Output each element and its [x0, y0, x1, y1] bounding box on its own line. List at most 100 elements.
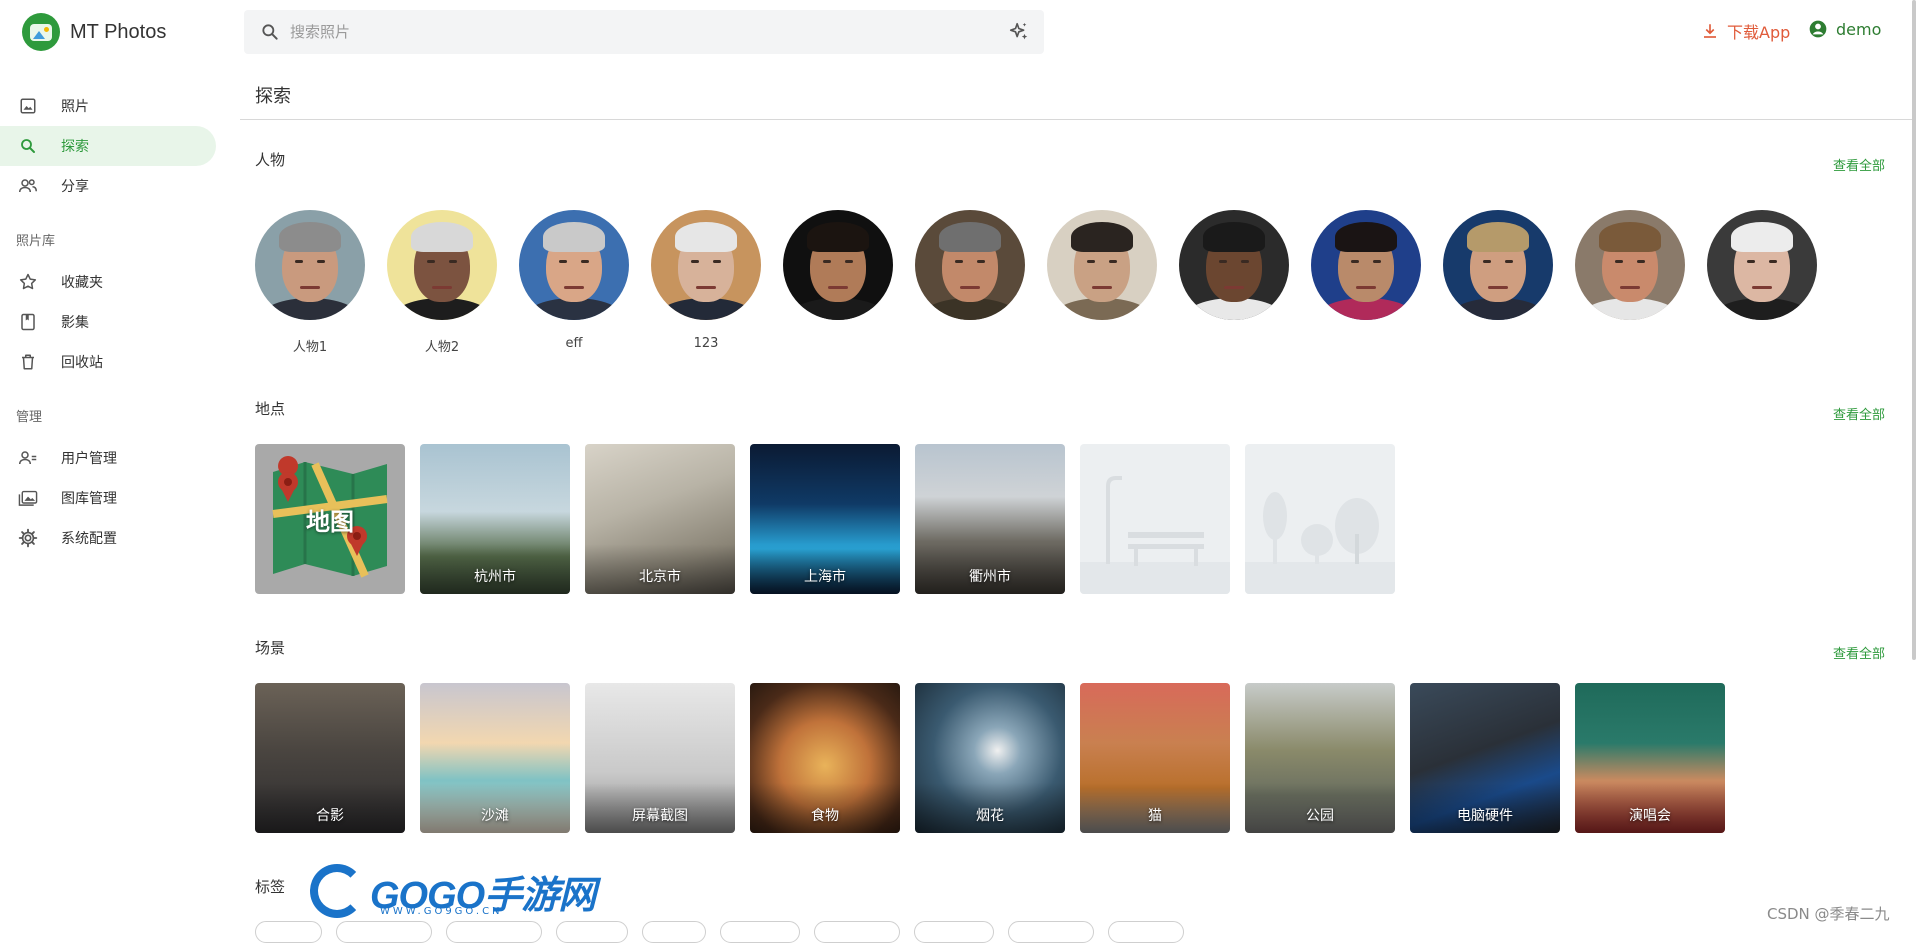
scene-name: 食物	[811, 808, 839, 824]
place-placeholder-tile[interactable]	[1245, 444, 1395, 594]
person-avatar	[387, 210, 497, 320]
star-icon	[18, 272, 38, 292]
place-tile[interactable]: 上海市	[750, 444, 900, 594]
person-card[interactable]	[1707, 210, 1817, 352]
sidebar-item-explore[interactable]: 探索	[0, 126, 216, 166]
download-icon	[1701, 22, 1719, 40]
user-manage-icon	[18, 448, 38, 468]
search-icon	[260, 22, 280, 42]
person-avatar	[519, 210, 629, 320]
tag-chip[interactable]	[814, 921, 900, 943]
places-see-all-link[interactable]: 查看全部	[1833, 404, 1885, 423]
sidebar-item-label: 分享	[61, 179, 89, 195]
tag-chip[interactable]	[914, 921, 994, 943]
search-input[interactable]	[290, 23, 970, 41]
sidebar-item-trash[interactable]: 回收站	[0, 342, 216, 382]
gear-icon	[18, 528, 38, 548]
scene-tile[interactable]: 猫	[1080, 683, 1230, 833]
people-see-all-link[interactable]: 查看全部	[1833, 155, 1885, 174]
person-card[interactable]	[1047, 210, 1157, 352]
scene-tile[interactable]: 屏幕截图	[585, 683, 735, 833]
tag-chip[interactable]	[556, 921, 628, 943]
sidebar-item-label: 用户管理	[61, 451, 117, 467]
person-card[interactable]	[1443, 210, 1553, 352]
scene-tile[interactable]: 合影	[255, 683, 405, 833]
person-avatar	[1311, 210, 1421, 320]
sidebar-item-label: 探索	[61, 139, 89, 155]
places-section-title: 地点	[255, 400, 286, 418]
place-placeholder-tile[interactable]	[1080, 444, 1230, 594]
download-app-link[interactable]: 下载App	[1701, 19, 1790, 43]
scene-name: 合影	[316, 808, 344, 824]
place-tile[interactable]: 北京市	[585, 444, 735, 594]
sidebar-item-label: 照片	[61, 99, 89, 115]
scene-name: 沙滩	[481, 808, 509, 824]
sidebar-item-user-management[interactable]: 用户管理	[0, 438, 216, 478]
person-card[interactable]: eff	[519, 210, 629, 352]
person-card[interactable]	[915, 210, 1025, 352]
place-name: 上海市	[804, 569, 846, 585]
tag-chip[interactable]	[1108, 921, 1184, 943]
scene-name: 演唱会	[1629, 808, 1671, 824]
person-card[interactable]	[783, 210, 893, 352]
person-card[interactable]	[1179, 210, 1289, 352]
ai-sparkle-icon[interactable]	[1008, 21, 1030, 43]
person-avatar	[1047, 210, 1157, 320]
map-label: 地图	[306, 508, 354, 536]
sidebar-item-label: 影集	[61, 315, 89, 331]
scene-tile[interactable]: 公园	[1245, 683, 1395, 833]
scenes-see-all-link[interactable]: 查看全部	[1833, 643, 1885, 662]
app-logo[interactable]: MT Photos	[22, 13, 166, 51]
watermark-url: WWW.GO9GO.CN	[380, 906, 503, 917]
person-avatar	[255, 210, 365, 320]
tags-section-title: 标签	[255, 878, 286, 896]
person-avatar	[1179, 210, 1289, 320]
sidebar-item-label: 系统配置	[61, 531, 117, 547]
sidebar-item-system-config[interactable]: 系统配置	[0, 518, 216, 558]
scrollbar[interactable]	[1912, 0, 1916, 660]
tag-chip[interactable]	[642, 921, 706, 943]
tag-chip[interactable]	[446, 921, 542, 943]
tag-chip[interactable]	[1008, 921, 1094, 943]
search-bar[interactable]	[244, 10, 1044, 54]
tag-chip[interactable]	[720, 921, 800, 943]
sidebar-item-favorites[interactable]: 收藏夹	[0, 262, 216, 302]
sidebar-item-albums[interactable]: 影集	[0, 302, 216, 342]
admin-section-title: 管理	[16, 410, 43, 425]
bench-placeholder-icon	[1080, 476, 1230, 594]
tag-chip[interactable]	[336, 921, 432, 943]
person-card[interactable]: 123	[651, 210, 761, 352]
place-tile[interactable]: 杭州市	[420, 444, 570, 594]
people-section-title: 人物	[255, 151, 286, 169]
user-menu[interactable]: demo	[1808, 19, 1881, 39]
scene-tile[interactable]: 演唱会	[1575, 683, 1725, 833]
scene-tile[interactable]: 沙滩	[420, 683, 570, 833]
place-tile[interactable]: 衢州市	[915, 444, 1065, 594]
scene-name: 公园	[1306, 808, 1334, 824]
sidebar-item-photos[interactable]: 照片	[0, 86, 216, 126]
sidebar-item-share[interactable]: 分享	[0, 166, 216, 206]
scene-tile[interactable]: 烟花	[915, 683, 1065, 833]
person-avatar	[1443, 210, 1553, 320]
person-card[interactable]: 人物1	[255, 210, 365, 355]
scene-tile[interactable]: 电脑硬件	[1410, 683, 1560, 833]
photo-logo-icon	[22, 13, 60, 51]
scene-tile[interactable]: 食物	[750, 683, 900, 833]
sidebar-item-label: 收藏夹	[61, 275, 103, 291]
person-card[interactable]: 人物2	[387, 210, 497, 355]
tag-chip[interactable]	[255, 921, 322, 943]
person-card[interactable]	[1311, 210, 1421, 352]
watermark-ring-icon	[310, 864, 364, 918]
person-avatar	[1575, 210, 1685, 320]
scenes-section-title: 场景	[255, 639, 286, 657]
image-icon	[18, 96, 38, 116]
tags-row	[255, 921, 1184, 943]
user-name: demo	[1836, 19, 1882, 39]
people-icon	[18, 176, 38, 196]
person-avatar	[915, 210, 1025, 320]
map-tile[interactable]: 地图	[255, 444, 405, 594]
sidebar-item-library-management[interactable]: 图库管理	[0, 478, 216, 518]
person-avatar	[651, 210, 761, 320]
person-card[interactable]	[1575, 210, 1685, 352]
page-title: 探索	[255, 86, 291, 107]
